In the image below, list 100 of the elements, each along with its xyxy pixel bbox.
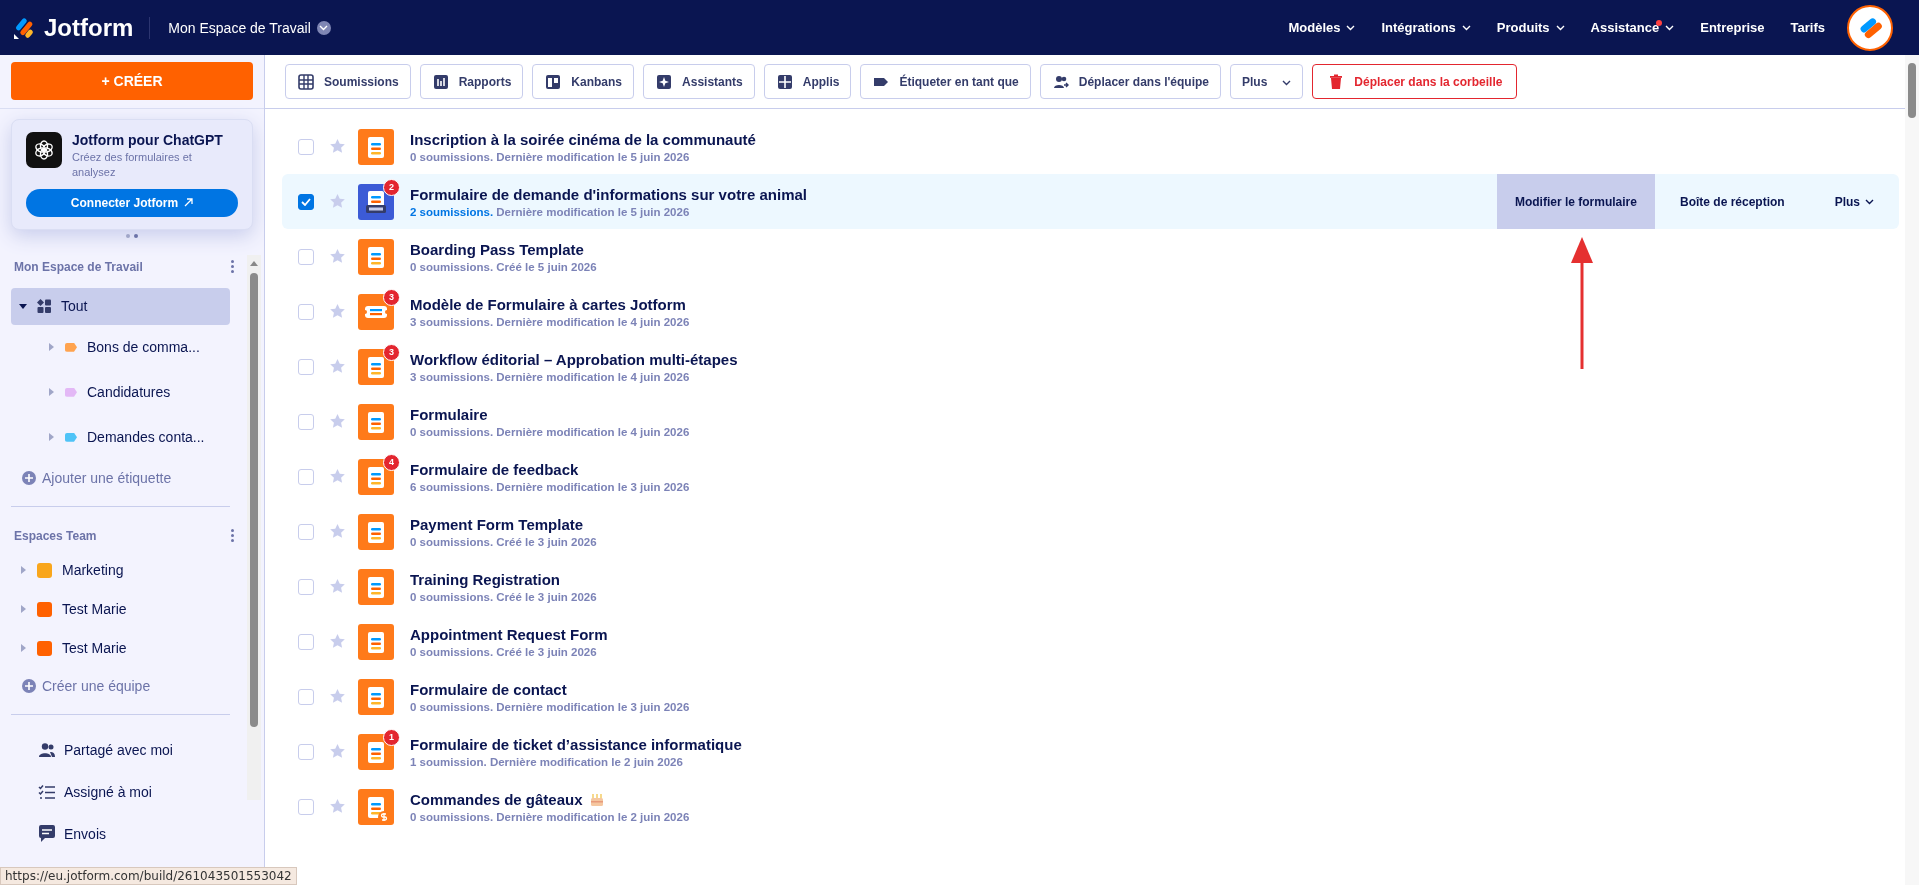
- caret-right-icon[interactable]: [19, 644, 27, 653]
- form-icon[interactable]: [358, 128, 394, 165]
- caret-down-icon[interactable]: [19, 302, 27, 311]
- pdf-form-icon[interactable]: [358, 183, 394, 220]
- star-icon[interactable]: [330, 634, 345, 649]
- form-row[interactable]: Formulaire de contact 0 soumissions. Dernière modification le 3 juin 2026: [282, 669, 1899, 724]
- form-icon[interactable]: [358, 568, 394, 605]
- sidebar-link[interactable]: Assigné à moi: [64, 783, 152, 800]
- form-row[interactable]: Training Registration 0 soumissions. Créé le 3 juin 2026: [282, 559, 1899, 614]
- form-title[interactable]: Payment Form Template: [410, 515, 584, 533]
- star-icon[interactable]: [330, 524, 345, 539]
- payment-form-icon[interactable]: [358, 788, 394, 825]
- toolbar-button[interactable]: Rapports: [419, 64, 524, 99]
- team-label[interactable]: Test Marie: [62, 640, 127, 657]
- form-title[interactable]: Modèle de Formulaire à cartes Jotform: [410, 295, 686, 313]
- form-icon[interactable]: [358, 513, 394, 550]
- checkbox[interactable]: [298, 193, 314, 210]
- star-icon[interactable]: [330, 469, 345, 484]
- card-form-icon[interactable]: [358, 293, 394, 330]
- selected-form-row[interactable]: 2 Formulaire de demande d'informations sur votre animal 2 soumissions. Dernière modification le 5 juin 2026 Modifier le formulaire Boîte de réception Plus: [282, 174, 1899, 229]
- form-title[interactable]: Formulaire de feedback: [410, 460, 579, 478]
- form-row[interactable]: 1 Formulaire de ticket d’assistance informatique 1 soumission. Dernière modification le 2 juin 2026: [282, 724, 1899, 779]
- form-title[interactable]: Commandes de gâteaux: [410, 790, 583, 808]
- create-team-link[interactable]: Créer une équipe: [42, 677, 151, 694]
- avatar-icon[interactable]: [1847, 4, 1893, 51]
- form-icon[interactable]: [358, 623, 394, 660]
- form-title[interactable]: Formulaire de contact: [410, 680, 567, 698]
- add-icon[interactable]: [22, 678, 36, 693]
- toolbar-button[interactable]: Assistants: [643, 64, 755, 99]
- form-title[interactable]: Formulaire: [410, 405, 488, 423]
- kebab-menu-icon[interactable]: [231, 529, 234, 543]
- star-icon[interactable]: [330, 194, 345, 209]
- add-icon[interactable]: [22, 470, 36, 485]
- form-title[interactable]: Boarding Pass Template: [410, 240, 584, 258]
- team-label[interactable]: Test Marie: [62, 601, 127, 618]
- form-title[interactable]: Inscription à la soirée cinéma de la communauté: [410, 130, 756, 148]
- toolbar-button[interactable]: Applis: [763, 64, 852, 99]
- tag-label[interactable]: Demandes conta...: [87, 429, 205, 446]
- star-icon[interactable]: [330, 689, 345, 704]
- add-label-link[interactable]: Ajouter une étiquette: [42, 469, 172, 486]
- star-icon[interactable]: [330, 579, 345, 594]
- scrollbar[interactable]: [247, 255, 261, 800]
- caret-right-icon[interactable]: [19, 566, 27, 575]
- star-icon[interactable]: [330, 304, 345, 319]
- star-icon[interactable]: [330, 139, 345, 154]
- form-icon[interactable]: [358, 348, 394, 385]
- sidebar-link[interactable]: Envois: [64, 825, 107, 842]
- nav-link[interactable]: Produits: [1496, 20, 1565, 35]
- row-action-button[interactable]: Modifier le formulaire: [1496, 174, 1655, 229]
- kebab-menu-icon[interactable]: [231, 260, 234, 274]
- connect-button[interactable]: Connecter Jotform: [26, 188, 238, 217]
- caret-right-icon[interactable]: [47, 388, 55, 397]
- tag-label[interactable]: Bons de comma...: [87, 339, 200, 356]
- caret-right-icon[interactable]: [19, 605, 27, 614]
- toolbar-button[interactable]: Étiqueter en tant que: [860, 64, 1031, 99]
- nav-link[interactable]: Entreprise: [1700, 20, 1765, 35]
- star-icon[interactable]: [330, 414, 345, 429]
- form-row[interactable]: 3 Modèle de Formulaire à cartes Jotform 3 soumissions. Dernière modification le 4 juin 2026: [282, 284, 1899, 339]
- nav-link[interactable]: Assistance: [1590, 20, 1675, 35]
- tag-label[interactable]: Candidatures: [87, 384, 171, 401]
- star-icon[interactable]: [330, 359, 345, 374]
- toolbar-button[interactable]: Soumissions: [285, 64, 411, 99]
- toolbar-button[interactable]: Déplacer dans la corbeille: [1312, 64, 1518, 99]
- star-icon[interactable]: [330, 799, 345, 814]
- form-icon[interactable]: [358, 678, 394, 715]
- jotform-logo[interactable]: Jotform: [12, 16, 151, 39]
- star-icon[interactable]: [330, 249, 345, 264]
- toolbar-button[interactable]: Plus: [1230, 64, 1304, 99]
- toolbar-button[interactable]: Kanbans: [532, 64, 635, 99]
- form-icon[interactable]: [358, 238, 394, 275]
- scrollbar[interactable]: [1905, 55, 1919, 885]
- sidebar-link[interactable]: Partagé avec moi: [64, 741, 173, 758]
- nav-link[interactable]: Modèles: [1288, 20, 1356, 35]
- form-row[interactable]: Appointment Request Form 0 soumissions. Créé le 3 juin 2026: [282, 614, 1899, 669]
- form-icon[interactable]: [358, 458, 394, 495]
- caret-right-icon[interactable]: [47, 343, 55, 352]
- workspace-title[interactable]: Mon Espace de Travail: [168, 19, 311, 36]
- form-icon[interactable]: [358, 403, 394, 440]
- caret-right-icon[interactable]: [47, 433, 55, 442]
- form-row[interactable]: Boarding Pass Template 0 soumissions. Créé le 5 juin 2026: [282, 229, 1899, 284]
- toolbar-button[interactable]: Déplacer dans l'équipe: [1039, 64, 1221, 99]
- nav-link[interactable]: Intégrations: [1381, 20, 1471, 35]
- star-icon[interactable]: [330, 744, 345, 759]
- row-action-button[interactable]: Plus: [1809, 174, 1899, 229]
- team-label[interactable]: Marketing: [62, 562, 124, 579]
- form-row[interactable]: Payment Form Template 0 soumissions. Créé le 3 juin 2026: [282, 504, 1899, 559]
- form-row[interactable]: Inscription à la soirée cinéma de la communauté 0 soumissions. Dernière modification le 5 juin 2026: [282, 119, 1899, 174]
- form-row[interactable]: Formulaire 0 soumissions. Dernière modification le 4 juin 2026: [282, 394, 1899, 449]
- form-row[interactable]: 4 Formulaire de feedback 6 soumissions. Dernière modification le 3 juin 2026: [282, 449, 1899, 504]
- sidebar-item[interactable]: Tout: [11, 287, 230, 325]
- form-row[interactable]: 3 Workflow éditorial – Approbation multi-étapes 3 soumissions. Dernière modification le 4 juin 2026: [282, 339, 1899, 394]
- dropdown-icon[interactable]: [316, 20, 331, 35]
- row-action-button[interactable]: Boîte de réception: [1654, 174, 1810, 229]
- form-title[interactable]: Training Registration: [410, 570, 560, 588]
- form-row[interactable]: Commandes de gâteaux 0 soumissions. Dernière modification le 2 juin 2026: [282, 779, 1899, 834]
- nav-link[interactable]: Tarifs: [1790, 20, 1825, 35]
- form-title[interactable]: Workflow éditorial – Approbation multi-étapes: [410, 350, 738, 368]
- form-title[interactable]: Formulaire de ticket d’assistance informatique: [410, 735, 742, 753]
- form-title[interactable]: Appointment Request Form: [410, 625, 608, 643]
- form-title[interactable]: Formulaire de demande d'informations sur votre animal: [410, 185, 807, 203]
